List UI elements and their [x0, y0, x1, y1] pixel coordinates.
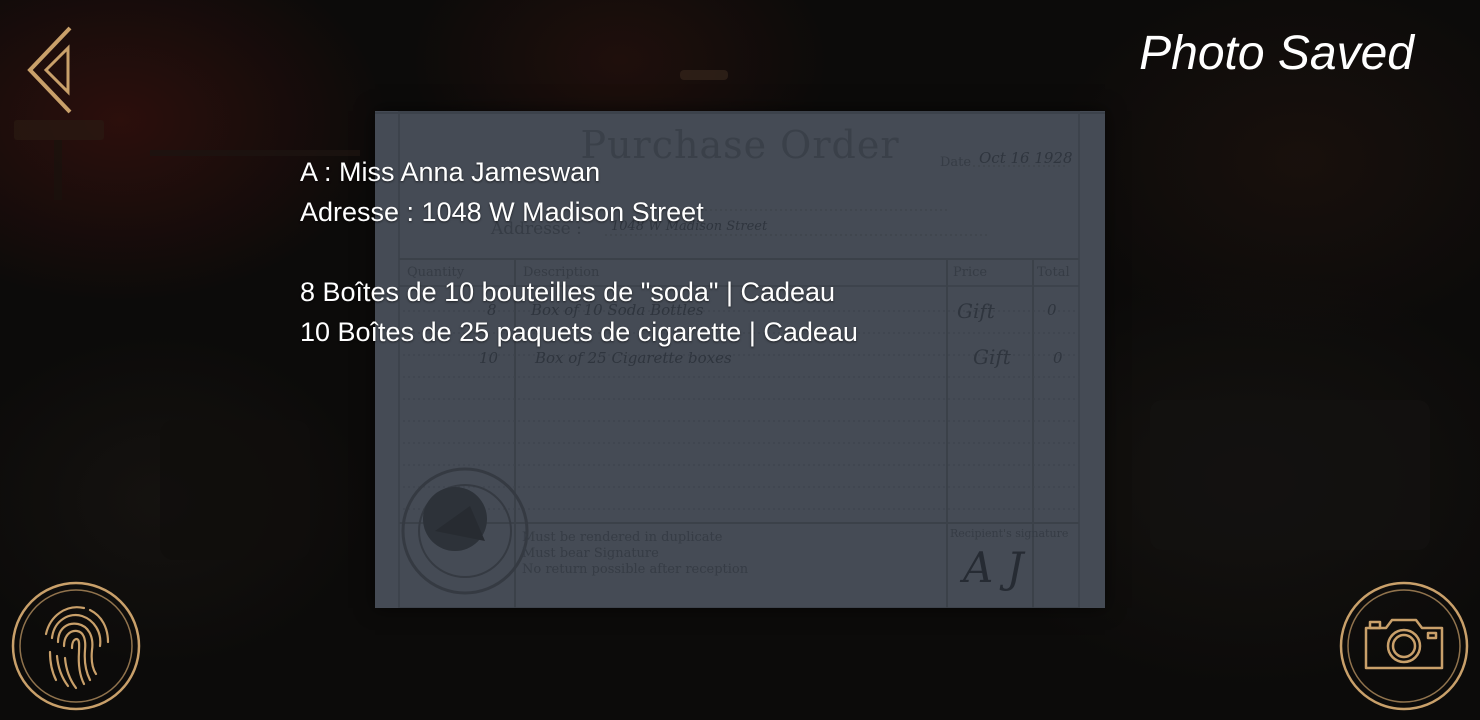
background-chair — [160, 420, 310, 560]
background-table — [1150, 400, 1430, 550]
back-button[interactable] — [22, 24, 78, 116]
note-duplicate: Must be rendered in duplicate — [522, 530, 723, 545]
row-2-total: 0 — [1053, 349, 1063, 367]
background-lamp-stem — [54, 140, 62, 200]
row-1-price: Gift — [957, 299, 995, 323]
date-label: Date — [940, 155, 972, 170]
translation-recipient: A : Miss Anna Jameswan — [300, 157, 601, 187]
fingerprint-button[interactable] — [10, 580, 142, 712]
signature-label: Recipient's signature — [950, 527, 1069, 540]
recipient-signature: A J — [963, 543, 1024, 592]
fingerprint-icon — [11, 581, 141, 711]
note-signature: Must bear Signature — [522, 546, 659, 561]
photo-saved-message: Photo Saved — [1139, 27, 1414, 80]
translation-spacer — [300, 232, 858, 272]
translation-item: 8 Boîtes de 10 bouteilles de "soda" | Ca… — [300, 277, 836, 307]
camera-icon — [1339, 581, 1469, 711]
stamp-graphic — [401, 467, 529, 595]
translation-address: Adresse : 1048 W Madison Street — [300, 197, 704, 227]
camera-button[interactable] — [1338, 580, 1470, 712]
translation-overlay: A : Miss Anna Jameswan Adresse : 1048 W … — [300, 152, 858, 352]
note-no-return: No return possible after reception — [522, 562, 749, 577]
game-scene: Purchase Order Date Oct 16 1928 Addresse… — [0, 0, 1480, 720]
row-2-price: Gift — [973, 345, 1011, 369]
background-ceiling-lamp — [680, 70, 728, 80]
row-1-total: 0 — [1047, 301, 1057, 319]
background-lamp-shade — [14, 120, 104, 140]
translation-item: 10 Boîtes de 25 paquets de cigarette | C… — [300, 317, 858, 347]
back-arrow-icon — [27, 26, 72, 114]
column-total: Total — [1037, 265, 1070, 280]
column-price: Price — [953, 265, 988, 280]
date-value: Oct 16 1928 — [979, 149, 1073, 167]
